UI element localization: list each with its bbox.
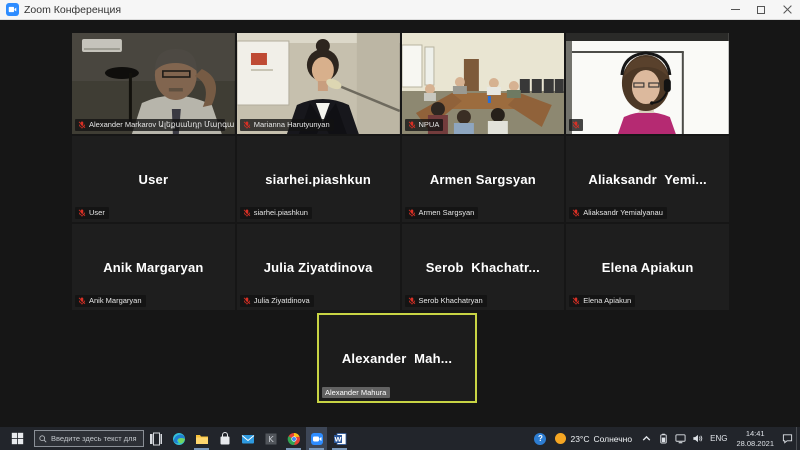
chevron-up-icon (641, 433, 652, 444)
edge-icon (172, 432, 186, 446)
zoom-app-icon (6, 3, 19, 16)
svg-text:K: K (268, 435, 274, 444)
file-explorer-icon (195, 432, 209, 446)
word-icon: W (333, 432, 347, 446)
help-icon: ? (534, 433, 546, 445)
weather-condition: Солнечно (593, 434, 632, 444)
battery-icon (658, 433, 669, 444)
zoom-icon (310, 432, 324, 446)
task-view-button[interactable] (145, 427, 166, 450)
taskbar-search-input[interactable]: Введите здесь текст для поиска (34, 430, 144, 447)
close-button[interactable] (774, 0, 800, 19)
zoom-meeting-window: Zoom Конференция (0, 0, 800, 450)
participant-tile-alexander-mahura-active-speaker[interactable]: Alexander Mah... Alexander Mahura (317, 313, 477, 403)
participant-name-label: siarhei.piashkun (240, 207, 312, 219)
maximize-button[interactable] (748, 0, 774, 19)
participant-name-label: NPUA (405, 119, 444, 131)
network-icon (675, 433, 686, 444)
muted-mic-icon (572, 297, 580, 305)
muted-mic-icon (408, 121, 416, 129)
participant-tile-elena-apiakun[interactable]: Elena Apiakun Elena Apiakun (566, 224, 729, 310)
participant-tile-serob-khachatryan[interactable]: Serob Khachatr... Serob Khachatryan (402, 224, 565, 310)
speaker-icon (692, 433, 703, 444)
muted-mic-icon (78, 297, 86, 305)
muted-mic-icon (243, 209, 251, 217)
windows-logo-icon (11, 432, 24, 445)
zoom-taskbar-button[interactable] (306, 427, 327, 450)
participant-name-label: Armen Sargsyan (405, 207, 479, 219)
search-icon (39, 435, 47, 443)
participant-name-label: Elena Apiakun (569, 295, 635, 307)
video-grid: Alexander Markarov Ալեքսանդր Մարգարով (0, 20, 800, 427)
participant-name-label: Serob Khachatryan (405, 295, 487, 307)
microsoft-store-button[interactable] (214, 427, 235, 450)
app-k-icon: K (264, 432, 278, 446)
volume-tray-button[interactable] (689, 427, 706, 450)
muted-mic-icon (243, 121, 251, 129)
minimize-icon (731, 9, 740, 10)
muted-mic-icon (408, 297, 416, 305)
video-tile-alexander-markarov[interactable]: Alexander Markarov Ալեքսանդր Մարգարով (72, 33, 235, 134)
participant-tile-siarhei-piashkun[interactable]: siarhei.piashkun siarhei.piashkun (237, 136, 400, 222)
video-tile-woman-headset[interactable] (566, 33, 729, 134)
start-button[interactable] (0, 427, 34, 450)
title-bar: Zoom Конференция (0, 0, 800, 20)
participant-name-label: Julia Ziyatdinova (240, 295, 314, 307)
weather-widget[interactable]: 23°C Солнечно (549, 433, 638, 444)
task-view-icon (149, 432, 163, 446)
muted-mic-icon (243, 297, 251, 305)
battery-tray-button[interactable] (655, 427, 672, 450)
muted-mic-icon (78, 121, 86, 129)
word-button[interactable]: W (329, 427, 350, 450)
muted-mic-badge (569, 119, 583, 131)
weather-temp: 23°C (570, 434, 589, 444)
window-title: Zoom Конференция (24, 4, 121, 16)
participant-tile-armen-sargsyan[interactable]: Armen Sargsyan Armen Sargsyan (402, 136, 565, 222)
windows-taskbar: Введите здесь текст для поиска K W (0, 427, 800, 450)
participant-tile-user[interactable]: User User (72, 136, 235, 222)
edge-button[interactable] (168, 427, 189, 450)
video-feed (566, 33, 729, 134)
participant-tile-anik-margaryan[interactable]: Anik Margaryan Anik Margaryan (72, 224, 235, 310)
mail-button[interactable] (237, 427, 258, 450)
time: 14:41 (746, 429, 765, 438)
date: 28.08.2021 (736, 439, 774, 448)
muted-mic-icon (78, 209, 86, 217)
search-placeholder: Введите здесь текст для поиска (51, 434, 139, 443)
video-tile-npua-room[interactable]: NPUA (402, 33, 565, 134)
help-tray-button[interactable]: ? (531, 427, 549, 450)
file-explorer-button[interactable] (191, 427, 212, 450)
participant-name-label: User (75, 207, 109, 219)
participant-tile-aliaksandr-yemialyanau[interactable]: Aliaksandr Yemi... Aliaksandr Yemialyana… (566, 136, 729, 222)
show-hidden-icons-button[interactable] (638, 427, 655, 450)
participant-name-label: Alexander Markarov Ալեքսանդր Մարգարով (75, 119, 225, 131)
muted-mic-icon (408, 209, 416, 217)
muted-mic-icon (572, 121, 580, 129)
chrome-button[interactable] (283, 427, 304, 450)
svg-text:W: W (334, 435, 341, 443)
notification-icon (782, 433, 793, 444)
language-indicator[interactable]: ENG (706, 427, 731, 450)
action-center-button[interactable] (779, 427, 796, 450)
network-tray-button[interactable] (672, 427, 689, 450)
store-icon (218, 432, 232, 446)
minimize-button[interactable] (722, 0, 748, 19)
chrome-icon (287, 432, 301, 446)
close-icon (783, 5, 792, 14)
sunny-weather-icon (555, 433, 566, 444)
participant-tile-julia-ziyatdinova[interactable]: Julia Ziyatdinova Julia Ziyatdinova (237, 224, 400, 310)
participant-name-label: Alexander Mahura (322, 387, 390, 399)
show-desktop-button[interactable] (796, 427, 800, 450)
participant-name-label: Aliaksandr Yemialyanau (569, 207, 667, 219)
mail-icon (241, 432, 255, 446)
video-tile-marianna-harutyunyan[interactable]: Marianna Harutyunyan (237, 33, 400, 134)
participant-name-label: Marianna Harutyunyan (240, 119, 334, 131)
clock[interactable]: 14:41 28.08.2021 (731, 429, 779, 448)
muted-mic-icon (572, 209, 580, 217)
maximize-icon (757, 6, 765, 14)
participant-name-label: Anik Margaryan (75, 295, 146, 307)
app-k-button[interactable]: K (260, 427, 281, 450)
